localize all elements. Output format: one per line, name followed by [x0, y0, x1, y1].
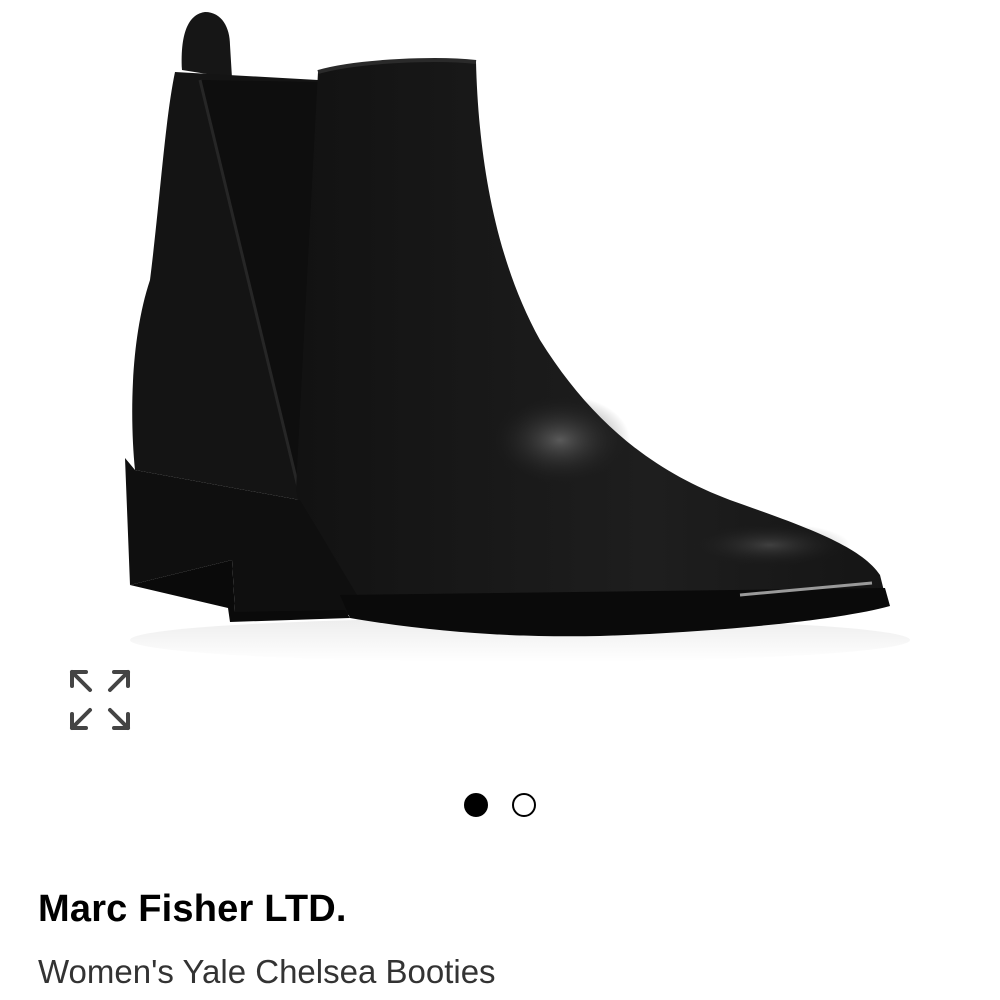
product-image[interactable]	[0, 0, 1000, 760]
product-name: Women's Yale Chelsea Booties	[38, 953, 496, 990]
expand-arrows-icon	[70, 670, 130, 730]
product-brand[interactable]: Marc Fisher LTD.	[38, 888, 347, 931]
carousel-dot-2[interactable]	[512, 793, 536, 817]
image-carousel-dots	[0, 790, 1000, 820]
product-page: Marc Fisher LTD. Women's Yale Chelsea Bo…	[0, 0, 1000, 1000]
chelsea-boot-image	[125, 12, 910, 662]
expand-image-button[interactable]	[58, 660, 142, 740]
carousel-dot-1[interactable]	[464, 793, 488, 817]
